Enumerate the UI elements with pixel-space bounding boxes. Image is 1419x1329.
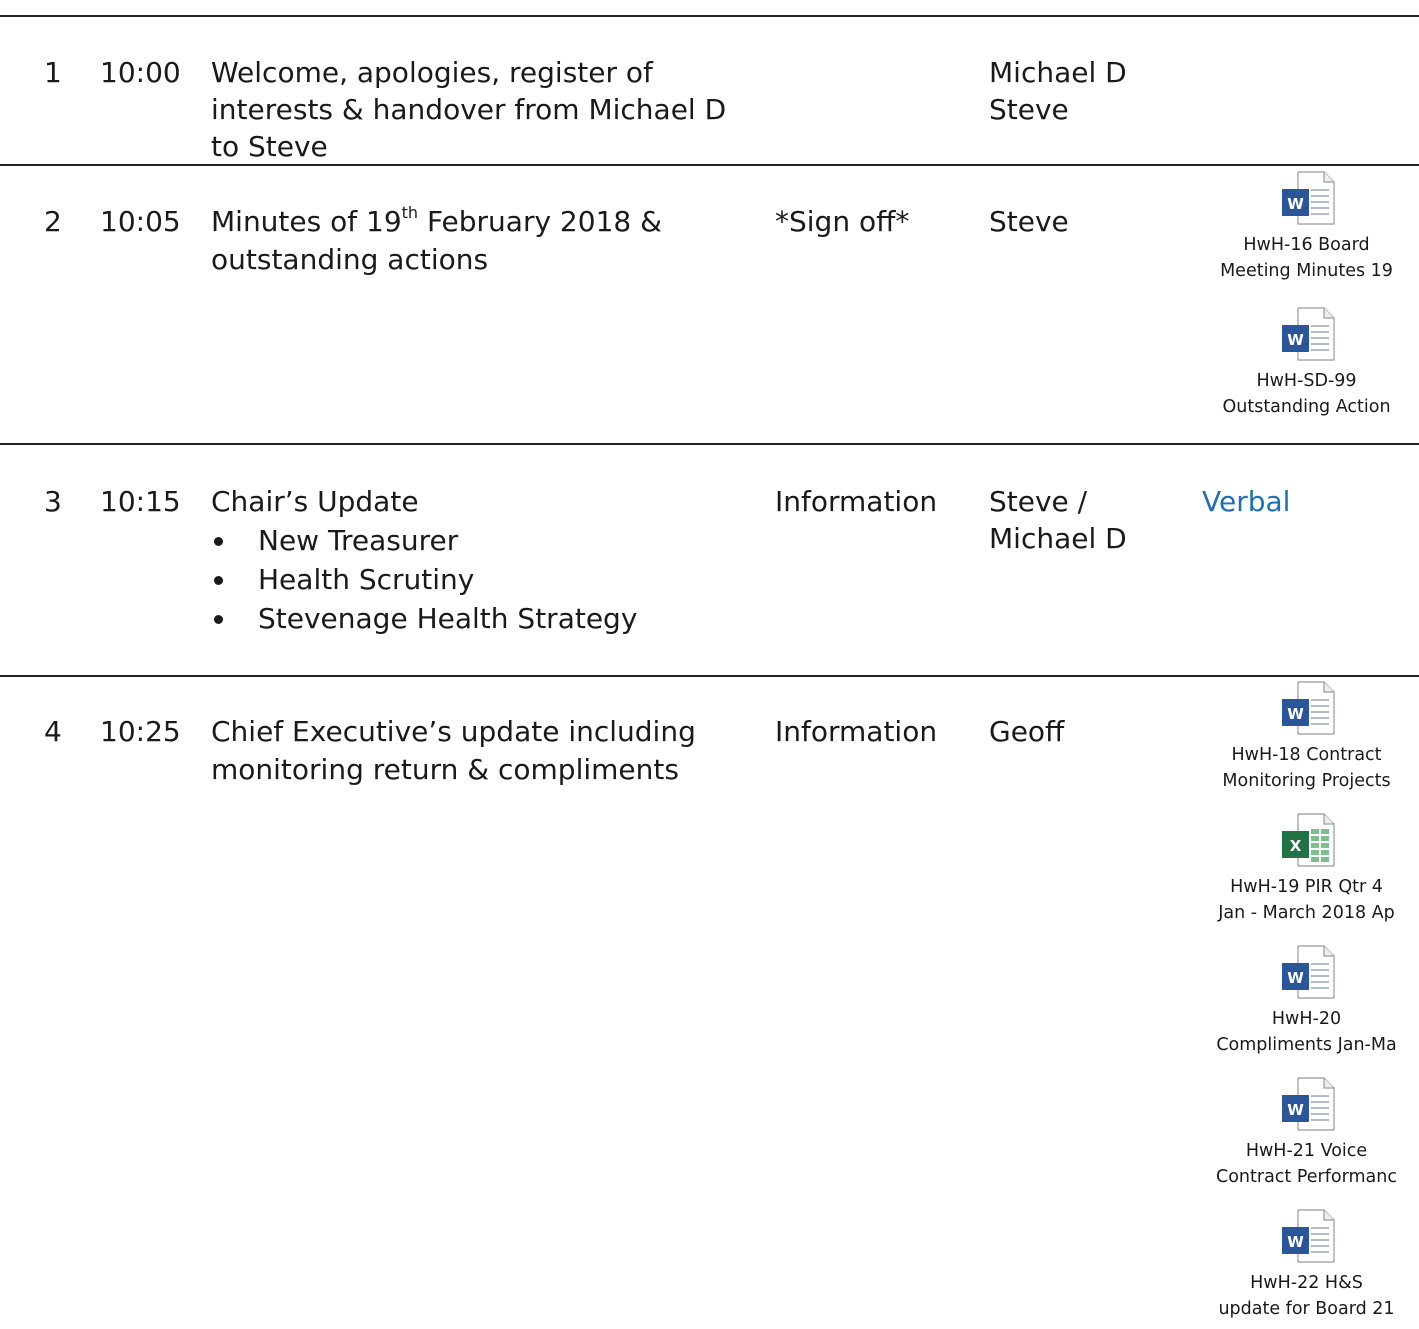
row-divider bbox=[0, 443, 1419, 445]
item-title-line: outstanding actions bbox=[211, 243, 489, 276]
item-lead: Geoff bbox=[989, 715, 1065, 748]
attachment-caption: HwH-18 Contract bbox=[1231, 745, 1382, 765]
bullet-item: New Treasurer bbox=[211, 521, 637, 560]
verbal-link[interactable]: Verbal bbox=[1202, 483, 1290, 521]
word-document-icon bbox=[1278, 680, 1336, 738]
attachment-caption: Jan - March 2018 Ap bbox=[1218, 903, 1395, 923]
attachment-caption: Meeting Minutes 19 bbox=[1220, 261, 1393, 281]
item-purpose: Information bbox=[775, 485, 938, 518]
attachment-file[interactable]: HwH-21 Voice Contract Performanc bbox=[1198, 1076, 1415, 1190]
item-lead: Steve bbox=[989, 93, 1069, 126]
word-document-icon bbox=[1278, 944, 1336, 1002]
item-title-text: February 2018 & bbox=[418, 205, 662, 238]
bullet-item: Health Scrutiny bbox=[211, 560, 637, 599]
attachment-caption: update for Board 21 bbox=[1218, 1299, 1395, 1319]
item-lead: Michael D bbox=[989, 56, 1127, 89]
attachment-caption: HwH-22 H&S bbox=[1250, 1273, 1363, 1293]
attachment-caption: HwH-SD-99 bbox=[1256, 371, 1357, 391]
attachment-file[interactable]: HwH-18 Contract Monitoring Projects bbox=[1198, 680, 1415, 794]
item-time: 10:00 bbox=[100, 56, 181, 89]
row-divider bbox=[0, 675, 1419, 677]
attachment-caption: HwH-20 bbox=[1271, 1009, 1342, 1029]
attachment-file[interactable]: HwH-16 Board Meeting Minutes 19 bbox=[1198, 170, 1415, 284]
bullet-item: Stevenage Health Strategy bbox=[211, 599, 637, 638]
bullet-list: New Treasurer Health Scrutiny Stevenage … bbox=[211, 521, 637, 638]
ordinal-suffix: th bbox=[401, 202, 419, 222]
item-title-line: to Steve bbox=[211, 130, 328, 163]
item-lead: Steve / bbox=[989, 485, 1088, 518]
item-time: 10:25 bbox=[100, 715, 181, 748]
word-document-icon bbox=[1278, 1076, 1336, 1134]
item-time: 10:15 bbox=[100, 485, 181, 518]
item-title-line: interests & handover from Michael D bbox=[211, 93, 727, 126]
item-title-text: Minutes of 19 bbox=[211, 205, 402, 238]
attachment-caption: Monitoring Projects bbox=[1222, 771, 1391, 791]
word-document-icon bbox=[1278, 1208, 1336, 1266]
item-number: 1 bbox=[44, 56, 62, 89]
attachment-file[interactable]: HwH-20 Compliments Jan-Ma bbox=[1198, 944, 1415, 1058]
excel-spreadsheet-icon bbox=[1278, 812, 1336, 870]
item-number: 2 bbox=[44, 205, 62, 238]
item-purpose: Information bbox=[775, 715, 938, 748]
item-purpose: *Sign off* bbox=[775, 205, 910, 238]
table-top-rule bbox=[0, 15, 1419, 17]
attachment-caption: HwH-21 Voice bbox=[1245, 1141, 1368, 1161]
item-title-line: monitoring return & compliments bbox=[211, 753, 679, 786]
attachment-file[interactable]: HwH-22 H&S update for Board 21 bbox=[1198, 1208, 1415, 1322]
item-title-line: Chair’s Update bbox=[211, 485, 419, 518]
attachment-caption: HwH-16 Board bbox=[1243, 235, 1370, 255]
item-title-line: Minutes of 19th February 2018 & bbox=[211, 203, 662, 241]
attachment-caption: HwH-19 PIR Qtr 4 bbox=[1230, 877, 1383, 897]
item-number: 3 bbox=[44, 485, 62, 518]
attachment-file[interactable]: HwH-SD-99 Outstanding Action bbox=[1198, 306, 1415, 420]
item-number: 4 bbox=[44, 715, 62, 748]
attachment-caption: Outstanding Action bbox=[1222, 397, 1391, 417]
attachment-caption: Contract Performanc bbox=[1216, 1167, 1397, 1187]
item-lead: Steve bbox=[989, 205, 1069, 238]
word-document-icon bbox=[1278, 306, 1336, 364]
attachment-caption: Compliments Jan-Ma bbox=[1216, 1035, 1397, 1055]
item-title-line: Welcome, apologies, register of bbox=[211, 56, 653, 89]
word-document-icon bbox=[1278, 170, 1336, 228]
item-time: 10:05 bbox=[100, 205, 181, 238]
item-title-line: Chief Executive’s update including bbox=[211, 715, 696, 748]
attachment-file[interactable]: HwH-19 PIR Qtr 4 Jan - March 2018 Ap bbox=[1198, 812, 1415, 926]
item-lead: Michael D bbox=[989, 522, 1127, 555]
